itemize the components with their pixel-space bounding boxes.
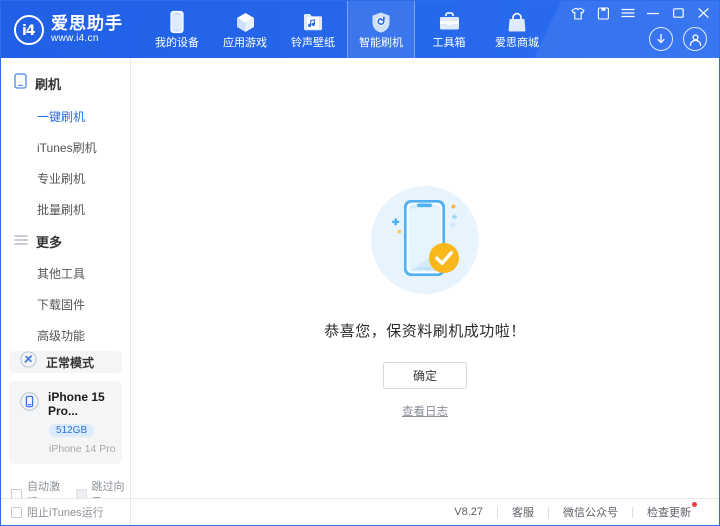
app-body: 刷机 一键刷机 iTunes刷机 专业刷机 批量刷机 更多 其他工具 下载固件 … [1, 58, 719, 509]
main-content: 恭喜您，保资料刷机成功啦！ 确定 查看日志 [131, 58, 719, 498]
customer-service-link[interactable]: 客服 [498, 504, 548, 520]
mode-icon [20, 351, 37, 373]
checkbox-label: 阻止iTunes运行 [27, 507, 104, 519]
account-controls [649, 27, 707, 51]
message-icon[interactable] [596, 6, 610, 20]
device-model: iPhone 14 Pro [49, 443, 116, 455]
maximize-icon[interactable] [671, 6, 685, 20]
success-message: 恭喜您，保资料刷机成功啦！ [324, 323, 526, 340]
phone-icon [165, 10, 189, 34]
logo-subtitle: www.i4.cn [51, 33, 99, 44]
user-account-icon[interactable] [683, 27, 707, 51]
check-update-link[interactable]: 检查更新 [633, 502, 705, 520]
version-label: V8.27 [454, 506, 483, 518]
sidebar-item-batch-flash[interactable]: 批量刷机 [1, 194, 130, 225]
nav-label: 我的设备 [155, 37, 199, 49]
checkbox-block-itunes[interactable]: 阻止iTunes运行 [11, 504, 104, 520]
device-card-top: iPhone 15 Pro... [20, 390, 122, 418]
device-capacity-badge: 512GB [49, 424, 95, 437]
confirm-button[interactable]: 确定 [383, 362, 467, 389]
sidebar-item-pro-flash[interactable]: 专业刷机 [1, 163, 130, 194]
theme-skin-icon[interactable] [571, 6, 585, 20]
nav-item-my-device[interactable]: 我的设备 [143, 1, 211, 58]
sidebar-item-download-firmware[interactable]: 下载固件 [1, 289, 130, 320]
window-controls [571, 6, 710, 20]
nav-item-smart-flash[interactable]: 智能刷机 [347, 1, 415, 58]
i4-logo-icon: i4 [14, 14, 44, 45]
close-icon[interactable] [696, 6, 710, 20]
toolbox-icon [437, 10, 461, 34]
nav-label: 工具箱 [432, 37, 466, 49]
svg-text:i4: i4 [22, 23, 36, 39]
device-mode-label: 正常模式 [46, 355, 95, 370]
nav-item-ringtone-wallpaper[interactable]: 铃声壁纸 [279, 1, 347, 58]
status-bar-right: V8.27 客服 微信公众号 检查更新 [131, 499, 719, 525]
app-window: i4 爱思助手 www.i4.cn 我的设备 应用游戏 铃声壁纸 智能刷机 工具… [0, 0, 720, 526]
nav-label: 铃声壁纸 [291, 37, 335, 49]
device-name: iPhone 15 Pro... [48, 390, 105, 418]
download-icon[interactable] [649, 27, 673, 51]
cube-icon [233, 10, 257, 34]
checkbox-box-icon [11, 506, 22, 518]
device-mode-card[interactable]: 正常模式 [9, 351, 122, 373]
shield-refresh-icon [369, 10, 393, 34]
nav-item-apps-games[interactable]: 应用游戏 [211, 1, 279, 58]
sidebar-item-other-tools[interactable]: 其他工具 [1, 258, 130, 289]
status-bar-left: 阻止iTunes运行 [1, 499, 131, 525]
window-controls-area [479, 1, 719, 58]
phone-outline-icon [14, 73, 27, 94]
sidebar-item-one-key-flash[interactable]: 一键刷机 [1, 101, 130, 132]
app-logo[interactable]: i4 爱思助手 www.i4.cn [1, 1, 123, 58]
nav-item-toolbox[interactable]: 工具箱 [415, 1, 483, 58]
status-bar: 阻止iTunes运行 V8.27 客服 微信公众号 检查更新 [1, 498, 719, 525]
sidebar: 刷机 一键刷机 iTunes刷机 专业刷机 批量刷机 更多 其他工具 下载固件 … [1, 58, 131, 509]
check-update-label: 检查更新 [647, 507, 691, 519]
connected-device-card[interactable]: iPhone 15 Pro... 512GB iPhone 14 Pro [9, 381, 122, 464]
nav-label: 智能刷机 [359, 37, 403, 49]
sidebar-group-more: 更多 [1, 225, 130, 258]
nav-label: 应用游戏 [223, 37, 267, 49]
sidebar-item-itunes-flash[interactable]: iTunes刷机 [1, 132, 130, 163]
phone-success-illustration [361, 176, 489, 304]
app-header: i4 爱思助手 www.i4.cn 我的设备 应用游戏 铃声壁纸 智能刷机 工具… [1, 1, 719, 58]
minimize-icon[interactable] [646, 6, 660, 20]
menu-icon[interactable] [621, 6, 635, 20]
sidebar-item-advanced[interactable]: 高级功能 [1, 320, 130, 351]
update-badge-dot [692, 502, 697, 507]
wechat-official-link[interactable]: 微信公众号 [549, 504, 632, 520]
music-folder-icon [301, 10, 325, 34]
logo-title: 爱思助手 [51, 14, 123, 33]
sidebar-group-flash: 刷机 [1, 66, 130, 101]
device-icon [20, 392, 39, 416]
logo-text-block: 爱思助手 www.i4.cn [51, 14, 123, 45]
view-log-link[interactable]: 查看日志 [402, 403, 448, 419]
sidebar-group-label: 更多 [36, 235, 63, 250]
list-icon [14, 233, 28, 251]
sidebar-group-label: 刷机 [35, 77, 62, 92]
